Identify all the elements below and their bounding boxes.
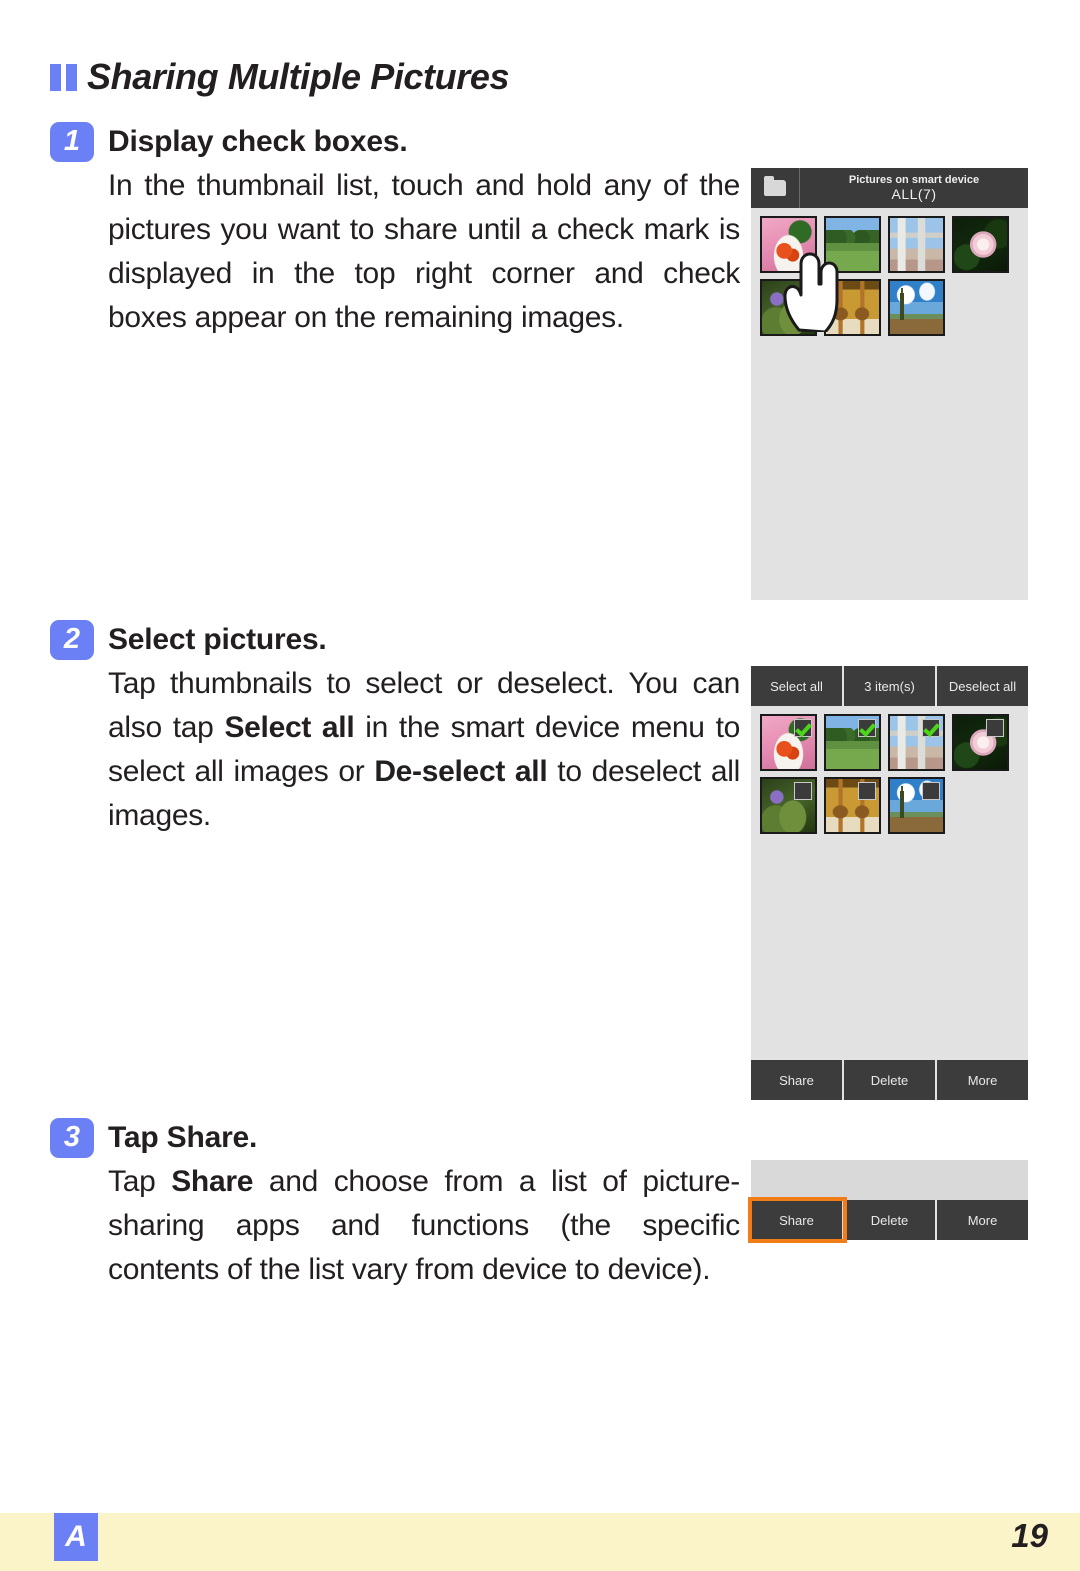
- section-heading: Sharing Multiple Pictures: [50, 56, 509, 98]
- mockup-3-bottom-toolbar: Share Delete More: [748, 1197, 1028, 1243]
- step-3: 3 Tap Share. Tap Share and choose from a…: [50, 1118, 740, 1292]
- checkbox-checked-icon[interactable]: [794, 719, 812, 737]
- header-source-label: Pictures on smart device: [848, 173, 980, 186]
- thumbnail-golden-temple[interactable]: [824, 777, 881, 834]
- step-1: 1 Display check boxes. In the thumbnail …: [50, 122, 740, 340]
- select-all-button[interactable]: Select all: [751, 666, 844, 706]
- share-button[interactable]: Share: [751, 1060, 844, 1100]
- step-3-body: Tap Share and choose from a list of pict…: [108, 1165, 740, 1286]
- thumbnail-industrial-towers[interactable]: [888, 216, 945, 273]
- step-2-body: Tap thumbnails to select or deselect. Yo…: [108, 667, 740, 832]
- step-2-header: 2 Select pictures.: [50, 620, 740, 660]
- step-1-title: Display check boxes.: [108, 125, 408, 158]
- step-3-number-badge: 3: [50, 1118, 94, 1158]
- thumbnail-field-trees[interactable]: [824, 216, 881, 273]
- checkbox-empty-icon[interactable]: [794, 782, 812, 800]
- thumbnail-lily-pond[interactable]: [760, 777, 817, 834]
- step-2: 2 Select pictures. Tap thumbnails to sel…: [50, 620, 740, 838]
- thumbnail-tree-mountain[interactable]: [888, 777, 945, 834]
- photo-field-trees: [826, 218, 879, 271]
- thumbnail-industrial-towers[interactable]: [888, 714, 945, 771]
- delete-button[interactable]: Delete: [844, 1060, 937, 1100]
- mockup-2-bottom-toolbar: Share Delete More: [751, 1060, 1028, 1100]
- checkbox-checked-icon[interactable]: [922, 719, 940, 737]
- photo-golden-temple: [826, 281, 879, 334]
- more-button[interactable]: More: [937, 1060, 1028, 1100]
- checkbox-checked-icon[interactable]: [858, 719, 876, 737]
- thumbnail-pink-rose[interactable]: [952, 714, 1009, 771]
- more-button[interactable]: More: [937, 1200, 1028, 1240]
- checkbox-empty-icon[interactable]: [858, 782, 876, 800]
- step-1-body: In the thumbnail list, touch and hold an…: [108, 169, 740, 334]
- device-mockup-3: Share Delete More: [748, 1160, 1028, 1243]
- step-1-number-badge: 1: [50, 122, 94, 162]
- checkbox-empty-icon[interactable]: [922, 782, 940, 800]
- page-number: 19: [1011, 1517, 1048, 1554]
- mockup-2-thumbnail-grid: [751, 706, 1028, 834]
- thumbnail-food-pasta[interactable]: [760, 714, 817, 771]
- mockup-1-thumbnail-grid: [751, 208, 1028, 336]
- mockup-1-header-titles: Pictures on smart device ALL(7): [800, 168, 1028, 208]
- folder-button[interactable]: [751, 168, 800, 208]
- thumbnail-field-trees[interactable]: [824, 714, 881, 771]
- photo-lily-pond: [762, 281, 815, 334]
- header-count-label: ALL(7): [891, 186, 937, 203]
- step-1-header: 1 Display check boxes.: [50, 122, 740, 162]
- deselect-all-button[interactable]: Deselect all: [937, 666, 1028, 706]
- section-title-text: Sharing Multiple Pictures: [87, 56, 510, 97]
- thumbnail-lily-pond[interactable]: [760, 279, 817, 336]
- checkbox-empty-icon[interactable]: [986, 719, 1004, 737]
- photo-tree-mountain: [890, 281, 943, 334]
- folder-icon: [764, 176, 786, 196]
- device-mockup-1: Pictures on smart device ALL(7): [751, 168, 1028, 600]
- mockup-2-top-toolbar: Select all 3 item(s) Deselect all: [751, 666, 1028, 706]
- thumbnail-tree-mountain[interactable]: [888, 279, 945, 336]
- step-2-number-badge: 2: [50, 620, 94, 660]
- photo-industrial-towers: [890, 218, 943, 271]
- step-3-title: Tap Share.: [108, 1121, 258, 1154]
- appendix-badge: A: [54, 1513, 98, 1561]
- step-2-title: Select pictures.: [108, 623, 327, 656]
- photo-food-pasta: [762, 218, 815, 271]
- thumbnail-food-pasta[interactable]: [760, 216, 817, 273]
- step-3-header: 3 Tap Share.: [50, 1118, 740, 1158]
- photo-pink-rose: [954, 218, 1007, 271]
- mockup-1-header: Pictures on smart device ALL(7): [751, 168, 1028, 208]
- device-mockup-2: Select all 3 item(s) Deselect all Share …: [751, 666, 1028, 1100]
- thumbnail-pink-rose[interactable]: [952, 216, 1009, 273]
- share-button-highlighted[interactable]: Share: [748, 1197, 847, 1243]
- delete-button[interactable]: Delete: [844, 1200, 937, 1240]
- page-footer: A 19: [0, 1513, 1080, 1571]
- item-count-label: 3 item(s): [844, 666, 937, 706]
- thumbnail-golden-temple[interactable]: [824, 279, 881, 336]
- heading-bullet-icon: [50, 63, 77, 91]
